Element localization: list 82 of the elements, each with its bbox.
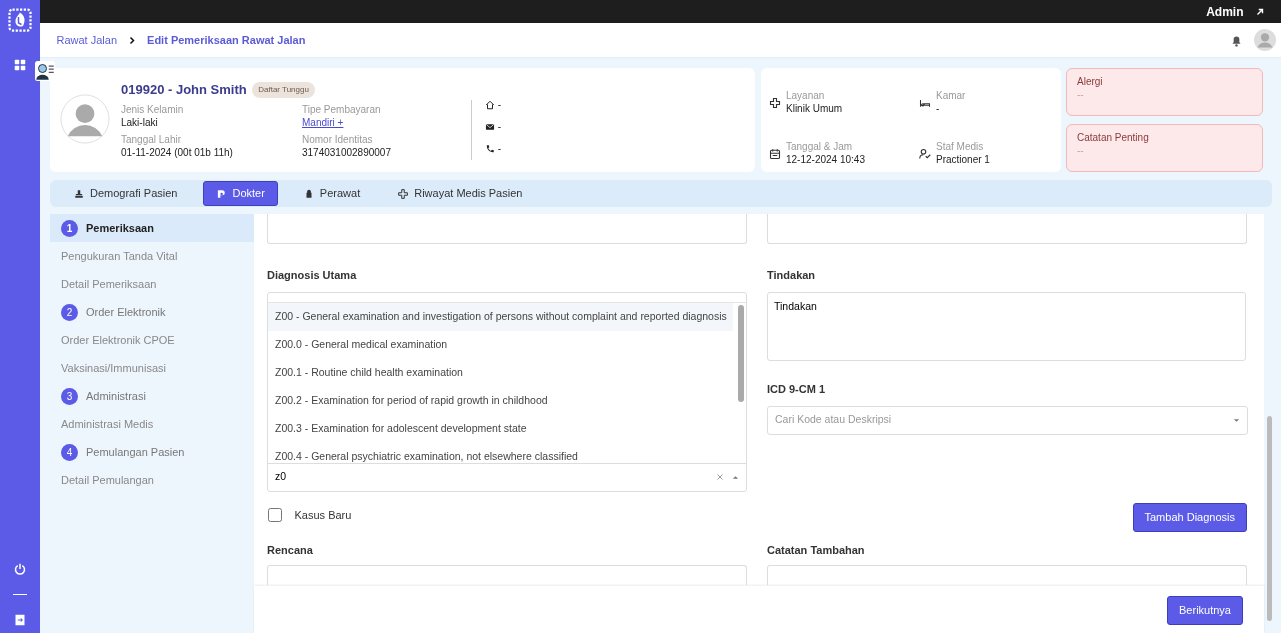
field-label: Staf Medis: [936, 140, 985, 153]
date-icon: [768, 147, 781, 160]
checkbox-label: Kasus Baru: [294, 507, 352, 523]
chevron-right-icon: [128, 35, 137, 45]
select-field[interactable]: Cari Kode atau Deskripsi: [767, 405, 1248, 435]
tab[interactable]: Demografi Pasien: [62, 182, 190, 205]
field-label: Diagnosis Utama: [267, 268, 358, 283]
note-value: --: [1077, 88, 1085, 102]
field-value: Practioner 1: [936, 153, 990, 167]
contact-value: -: [497, 142, 502, 156]
tab[interactable]: Dokter: [203, 181, 278, 206]
field-label: Catatan Tambahan: [767, 543, 866, 558]
note-value: --: [1077, 144, 1085, 158]
dropdown[interactable]: [267, 291, 747, 492]
step-item[interactable]: 1 Pemeriksaan: [50, 214, 254, 242]
dropdown-option[interactable]: Z00.1 - Routine child health examination: [268, 358, 733, 387]
field-value: 12-12-2024 10:43: [786, 153, 865, 167]
note-label: Alergi: [1077, 75, 1104, 88]
step-item[interactable]: 3 Administrasi: [50, 382, 254, 410]
note-label: Catatan Penting: [1077, 131, 1150, 144]
caret-up-icon[interactable]: [732, 473, 739, 481]
text-area[interactable]: Tindakan: [767, 291, 1246, 361]
placeholder-text: Cari Kode atau Deskripsi: [775, 412, 892, 428]
checkbox[interactable]: [268, 507, 282, 522]
scrollbar[interactable]: [1267, 416, 1272, 621]
staff-icon: [918, 147, 931, 160]
tab[interactable]: Riwayat Medis Pasien: [386, 182, 535, 205]
step-subitem[interactable]: Vaksinasi/Immunisasi: [50, 354, 254, 382]
power-icon[interactable]: [14, 563, 26, 575]
step-subitem[interactable]: Order Elektronik CPOE: [50, 326, 254, 354]
field-value: 01-11-2024 (00t 01b 11h): [121, 145, 234, 160]
next-button[interactable]: Berikutnya: [1167, 595, 1243, 625]
field-label: Tanggal & Jam: [786, 140, 854, 153]
step-number: 3: [61, 387, 78, 405]
dropdown-option[interactable]: Z00 - General examination and investigation of persons without complaint and reported diagnosis: [268, 302, 733, 331]
step-subitem[interactable]: Detail Pemeriksaan: [50, 270, 254, 298]
step-number: 1: [61, 219, 78, 237]
caret-down-icon: [1233, 416, 1240, 424]
step-subitem[interactable]: Detail Pemulangan: [50, 466, 254, 494]
field-label: Kamar: [936, 89, 966, 102]
dropdown-option[interactable]: Z00.3 - Examination for adolescent development state: [268, 414, 733, 443]
patient-name: 019920 - John Smith: [121, 81, 247, 99]
field-value: Laki-laki: [121, 115, 159, 130]
field-label: ICD 9-CM 1: [767, 382, 827, 397]
add-diagnosis-button[interactable]: Tambah Diagnosis: [1132, 503, 1247, 532]
step-item[interactable]: 4 Pemulangan Pasien: [50, 438, 254, 466]
field-label: Tipe Pembayaran: [302, 102, 382, 116]
dropdown-option[interactable]: Z00.2 - Examination for period of rapid growth in childhood: [268, 386, 733, 415]
avatar-icon[interactable]: [1253, 29, 1276, 51]
mail-icon: [485, 122, 495, 132]
field-label: Layanan: [786, 89, 826, 102]
clear-icon[interactable]: [716, 473, 724, 481]
step-subitem[interactable]: Administrasi Medis: [50, 410, 254, 438]
status-badge: Daftar Tunggu: [252, 81, 315, 98]
field-value: -: [936, 102, 941, 116]
user-name[interactable]: Admin: [1206, 2, 1244, 21]
step-number: 4: [61, 443, 78, 461]
step-number: 2: [61, 303, 78, 321]
step-item[interactable]: 2 Order Elektronik: [50, 298, 254, 326]
field-label: Rencana: [267, 543, 314, 558]
avatar-icon: [60, 94, 110, 144]
field-label: Jenis Kelamin: [121, 102, 185, 116]
home-icon: [485, 100, 495, 110]
field-value: Klinik Umum: [786, 102, 843, 116]
step-subitem[interactable]: Pengukuran Tanda Vital: [50, 242, 254, 270]
field-value: 3174031002890007: [302, 145, 392, 160]
exit-icon[interactable]: [14, 614, 26, 626]
payment-link[interactable]: Mandiri +: [302, 115, 472, 130]
scrollbar[interactable]: [738, 304, 744, 402]
contact-value: -: [497, 98, 502, 112]
field-label: Nomor Identitas: [302, 132, 374, 146]
field-label: Tindakan: [767, 268, 817, 283]
contact-value: -: [497, 120, 502, 134]
field-label: Tanggal Lahir: [121, 132, 183, 146]
tab[interactable]: Perawat: [291, 182, 373, 205]
breadcrumb-link[interactable]: Rawat Jalan: [56, 31, 118, 49]
logo-icon[interactable]: [8, 7, 32, 33]
phone-icon: [485, 144, 495, 154]
dropdown-option[interactable]: Z00.4 - General psychiatric examination, not elsewhere classified: [268, 442, 733, 463]
breadcrumb-link[interactable]: Edit Pemeriksaan Rawat Jalan: [147, 31, 306, 49]
grid-icon[interactable]: [14, 59, 26, 71]
dropdown-option[interactable]: Z00.0 - General medical examination: [268, 330, 733, 359]
